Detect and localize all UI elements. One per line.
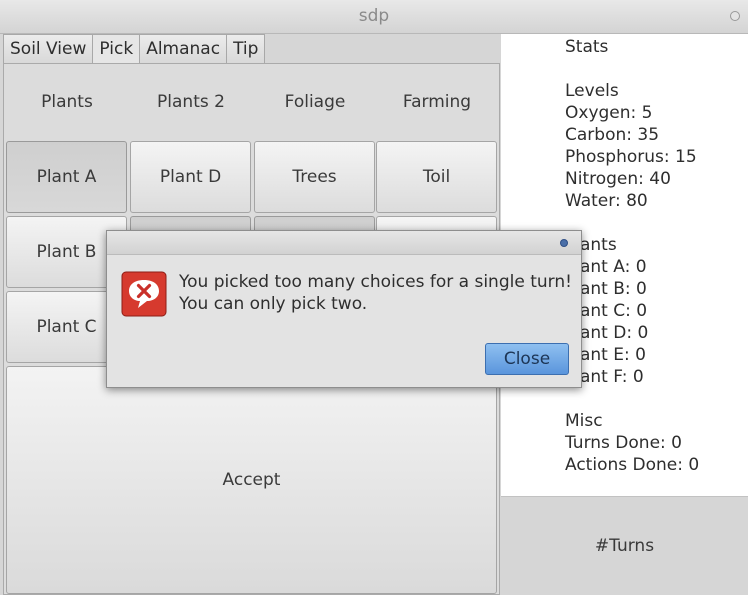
level-water: Water: 80	[565, 191, 648, 211]
dialog-titlebar	[107, 231, 581, 255]
window-titlebar: sdp	[0, 0, 748, 34]
error-dialog: You picked too many choices for a single…	[106, 230, 582, 388]
tab-bar: Soil View Pick Almanac Tip	[3, 34, 266, 65]
level-carbon: Carbon: 35	[565, 125, 660, 145]
dialog-message-line1: You picked too many choices for a single…	[179, 272, 572, 292]
level-nitrogen: Nitrogen: 40	[565, 169, 671, 189]
accept-button[interactable]: Accept	[6, 366, 497, 594]
error-icon	[121, 271, 167, 317]
category-plants-2: Plants 2	[157, 92, 225, 112]
tab-pick[interactable]: Pick	[92, 34, 141, 65]
turns-button[interactable]: #Turns	[501, 496, 748, 595]
level-phosphorus: Phosphorus: 15	[565, 147, 697, 167]
window-title: sdp	[358, 6, 390, 26]
misc-header: Misc	[565, 411, 603, 431]
dialog-message-line2: You can only pick two.	[179, 294, 368, 314]
turns-done: Turns Done: 0	[565, 433, 682, 453]
actions-done: Actions Done: 0	[565, 455, 700, 475]
category-plants: Plants	[41, 92, 93, 112]
category-foliage: Foliage	[284, 92, 346, 112]
tab-soil-view[interactable]: Soil View	[3, 34, 94, 64]
tab-tip[interactable]: Tip	[226, 34, 266, 64]
dialog-control-icon[interactable]	[560, 239, 568, 247]
level-oxygen: Oxygen: 5	[565, 103, 653, 123]
stats-title: Stats	[565, 37, 609, 57]
plant-a-button[interactable]: Plant A	[6, 141, 127, 213]
tab-almanac[interactable]: Almanac	[139, 34, 228, 64]
category-farming: Farming	[402, 92, 472, 112]
window-control-icon[interactable]	[730, 11, 740, 21]
plant-d-button[interactable]: Plant D	[130, 141, 251, 213]
close-button[interactable]: Close	[485, 343, 569, 375]
levels-header: Levels	[565, 81, 619, 101]
trees-button[interactable]: Trees	[254, 141, 375, 213]
toil-button[interactable]: Toil	[376, 141, 497, 213]
dialog-message: You picked too many choices for a single…	[179, 271, 579, 315]
